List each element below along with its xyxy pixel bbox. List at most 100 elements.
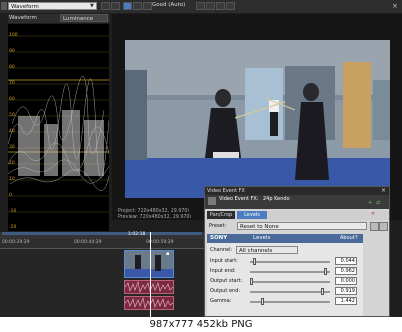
input-end-label: Input end: <box>210 268 236 274</box>
timecode-label: 00:00:29:29 <box>2 240 30 245</box>
channel-row: Channel: All channels <box>210 246 360 255</box>
slider-track <box>250 271 330 273</box>
close-icon[interactable]: × <box>381 187 386 194</box>
fx-header-label: Video Event FX: <box>219 196 259 202</box>
plugin-header: SONY Levels About ? <box>207 234 363 243</box>
preview-device-button[interactable] <box>123 2 132 10</box>
gamma-row: Gamma: 1.442 <box>210 297 360 306</box>
input-start-label: Input start: <box>210 258 238 264</box>
gamma-slider[interactable] <box>250 298 330 305</box>
scale-label: 90 <box>9 49 15 54</box>
event-fx-icon[interactable]: ▪ <box>166 251 169 257</box>
overlay-button[interactable] <box>143 2 152 10</box>
input-start-value[interactable]: 0.044 <box>335 257 357 265</box>
scale-label: 100 <box>9 33 18 38</box>
quality-select[interactable]: Good (Auto) <box>152 2 185 8</box>
scope-scale: 100 90 80 70 60 50 40 30 20 10 0 -10 -20 <box>9 24 23 231</box>
channel-select[interactable]: All channels <box>236 246 298 254</box>
slider-thumb[interactable] <box>321 288 324 295</box>
input-end-slider[interactable] <box>250 268 330 275</box>
loop-region[interactable] <box>2 232 202 235</box>
output-start-value[interactable]: 0.000 <box>335 277 357 285</box>
snapshot-button[interactable] <box>206 2 215 10</box>
scale-label: -20 <box>9 225 17 230</box>
tab-levels[interactable]: Levels <box>237 211 267 219</box>
input-end-value[interactable]: 0.962 <box>335 267 357 275</box>
playhead[interactable] <box>150 232 151 317</box>
scope-channel-select[interactable]: Luminance <box>60 14 108 22</box>
timeline-panel: 1:02:18 00:00:29:29 00:00:44:29 00:00:59… <box>0 232 204 317</box>
timecode-bar: 00:00:29:29 00:00:44:29 00:00:59:29 <box>0 239 204 248</box>
slider-track <box>250 261 330 263</box>
help-icon[interactable]: ? <box>355 235 358 241</box>
video-frame-image <box>125 40 390 198</box>
gamma-label: Gamma: <box>210 298 232 304</box>
preview-info: Preview: 720x480x32, 29.970i <box>118 215 191 220</box>
scope-icon[interactable] <box>1 2 7 12</box>
slider-track <box>250 291 330 293</box>
audio-waveform <box>124 296 174 310</box>
fx-header: Video Event FX: 24p Kendo + ⇄ <box>205 195 389 209</box>
slider-thumb[interactable] <box>324 268 327 275</box>
scope-settings-button[interactable] <box>101 2 110 10</box>
fx-window-titlebar[interactable]: Video Event FX × <box>205 187 389 195</box>
remove-fx-icon[interactable]: ✕ <box>371 211 375 217</box>
close-icon[interactable]: × <box>392 2 398 10</box>
tab-pan-crop[interactable]: Pan/Crop <box>207 211 235 219</box>
about-link[interactable]: About <box>340 235 355 241</box>
input-end-row: Input end: 0.962 <box>210 267 360 276</box>
image-caption: 987x777 452kb PNG <box>0 317 402 332</box>
output-end-slider[interactable] <box>250 288 330 295</box>
scope-mode-select[interactable]: Waveform <box>8 2 97 10</box>
output-start-row: Output start: 0.000 <box>210 277 360 286</box>
waveform-scope: 100 90 80 70 60 50 40 30 20 10 0 -10 -20 <box>7 24 110 231</box>
split-screen-button[interactable] <box>133 2 142 10</box>
preset-select[interactable]: Reset to None <box>237 222 367 230</box>
project-info: Project: 720x480x32, 29.970i <box>118 209 189 214</box>
chevron-down-icon: ▼ <box>90 3 94 9</box>
marker-label: 1:02:18 <box>128 232 146 237</box>
track-divider <box>0 248 204 249</box>
fx-tabs: Pan/Crop Levels ✕ <box>207 211 389 220</box>
scale-label: 0 <box>9 193 12 198</box>
preset-label: Preset: <box>209 223 227 229</box>
delete-preset-button[interactable] <box>379 222 388 231</box>
audio-event-clip-right[interactable] <box>124 296 174 310</box>
scope-title: Waveform <box>9 15 37 21</box>
save-preset-button[interactable] <box>370 222 379 231</box>
scope-refresh-button[interactable] <box>111 2 120 10</box>
scale-label: 50 <box>9 113 15 118</box>
channel-label: Channel: <box>210 247 233 253</box>
timeline-ruler[interactable]: 1:02:18 <box>0 232 204 239</box>
scale-label: 30 <box>9 145 15 150</box>
output-start-label: Output start: <box>210 278 243 284</box>
scale-label: 80 <box>9 65 15 70</box>
output-end-value[interactable]: 0.919 <box>335 287 357 295</box>
input-start-slider[interactable] <box>250 258 330 265</box>
slider-thumb[interactable] <box>250 278 253 285</box>
top-toolbar: Waveform ▼ Good (Auto) × <box>0 0 402 13</box>
audio-event-clip-left[interactable] <box>124 280 174 294</box>
gamma-value[interactable]: 1.442 <box>335 297 357 305</box>
fx-chain-button[interactable]: ⇄ <box>376 200 380 206</box>
save-snapshot-button[interactable] <box>216 2 225 10</box>
video-frame[interactable] <box>125 40 390 198</box>
fx-window-title: Video Event FX <box>207 188 245 194</box>
sony-logo: SONY <box>210 235 228 241</box>
overlay-toggle[interactable] <box>196 2 205 10</box>
add-fx-icon[interactable]: + <box>368 200 372 206</box>
output-start-slider[interactable] <box>250 278 330 285</box>
plugin-name: Levels <box>253 235 271 241</box>
slider-thumb[interactable] <box>253 258 256 265</box>
slider-track <box>250 281 330 283</box>
audio-waveform <box>124 280 174 294</box>
preset-row: Preset: Reset to None <box>207 222 389 231</box>
scale-label: -10 <box>9 209 17 214</box>
input-start-row: Input start: 0.044 <box>210 257 360 266</box>
slider-thumb[interactable] <box>261 298 264 305</box>
scope-subbar: Waveform Luminance <box>8 14 110 23</box>
copy-snapshot-button[interactable] <box>226 2 235 10</box>
timecode-label: 00:00:44:29 <box>74 240 102 245</box>
video-event-fx-window: Video Event FX × Video Event FX: 24p Ken… <box>204 186 390 317</box>
output-end-label: Output end: <box>210 288 241 294</box>
